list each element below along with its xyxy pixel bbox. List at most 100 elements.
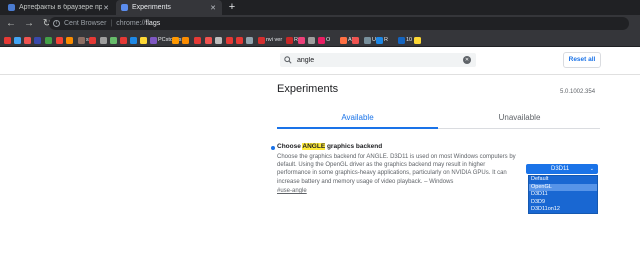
bookmark-item[interactable] — [34, 36, 42, 44]
bookmark-favicon-icon — [340, 36, 347, 44]
new-tab-icon[interactable]: + — [226, 1, 238, 13]
clear-search-icon[interactable]: ✕ — [463, 56, 471, 64]
backend-select[interactable]: D3D11 ⌄ — [526, 164, 598, 174]
option-opengl[interactable]: OpenGL — [529, 183, 597, 192]
close-tab-icon[interactable]: ✕ — [209, 4, 217, 12]
bookmark-item[interactable] — [205, 36, 213, 44]
bookmark-favicon-icon — [34, 36, 41, 44]
bookmark-item[interactable] — [414, 36, 422, 44]
bookmark-favicon-icon — [4, 36, 11, 44]
url-scheme: chrome:// — [116, 20, 146, 27]
bookmark-label: R — [384, 37, 388, 43]
forward-arrow-icon[interactable]: → — [22, 17, 36, 31]
bookmark-item[interactable] — [182, 36, 190, 44]
bookmark-item[interactable] — [45, 36, 53, 44]
bookmark-favicon-icon — [130, 36, 137, 44]
bookmark-favicon-icon — [376, 36, 383, 44]
experiment-permalink[interactable]: #use-angle — [277, 188, 307, 194]
bookmark-item[interactable] — [140, 36, 148, 44]
bookmark-item[interactable]: O — [318, 36, 330, 44]
back-arrow-icon[interactable]: ← — [4, 17, 18, 31]
bookmark-item[interactable]: nvi ver — [258, 36, 282, 44]
bookmark-item[interactable]: s — [78, 36, 89, 44]
browser-tab[interactable]: Артефакты в браузере при про ✕ — [3, 0, 115, 15]
close-tab-icon[interactable]: ✕ — [102, 4, 110, 12]
bookmark-favicon-icon — [14, 36, 21, 44]
search-header: ✕ Reset all — [0, 47, 640, 75]
bookmark-favicon-icon — [194, 36, 201, 44]
search-box[interactable]: ✕ — [280, 53, 476, 67]
bookmark-favicon-icon — [352, 36, 359, 44]
browser-tab-active[interactable]: Experiments ✕ — [116, 0, 222, 15]
select-value: D3D11 — [551, 166, 570, 172]
search-input[interactable] — [297, 56, 457, 64]
bookmark-favicon-icon — [100, 36, 107, 44]
experiment-name: Choose ANGLE graphics backend — [277, 143, 382, 150]
bookmark-item[interactable] — [172, 36, 180, 44]
page-favicon-icon — [8, 4, 15, 11]
bookmark-favicon-icon — [205, 36, 212, 44]
bookmark-item[interactable] — [66, 36, 74, 44]
chevron-down-icon: ⌄ — [589, 166, 594, 172]
bookmark-item[interactable] — [236, 36, 244, 44]
address-bar[interactable]: i Cent Browser | chrome:// flags — [49, 17, 629, 30]
flags-favicon-icon — [121, 4, 128, 11]
option-default[interactable]: Default — [529, 176, 597, 184]
reset-all-button[interactable]: Reset all — [563, 52, 601, 68]
bookmark-item[interactable] — [120, 36, 128, 44]
option-d3d11on12[interactable]: D3D11on12 — [529, 206, 597, 214]
bookmark-item[interactable] — [226, 36, 234, 44]
bookmark-item[interactable] — [246, 36, 254, 44]
bookmark-favicon-icon — [172, 36, 179, 44]
search-icon — [284, 56, 292, 64]
bookmark-item[interactable] — [4, 36, 12, 44]
bookmark-favicon-icon — [140, 36, 147, 44]
bookmark-item[interactable] — [100, 36, 108, 44]
info-icon[interactable]: i — [53, 20, 60, 27]
bookmark-item[interactable] — [298, 36, 306, 44]
bookmark-item[interactable] — [130, 36, 138, 44]
version-label: 5.0.1002.354 — [560, 89, 596, 95]
bookmark-label: 10 — [406, 37, 413, 43]
bookmark-item[interactable]: U — [364, 36, 376, 44]
bookmark-label: O — [326, 37, 331, 43]
bookmark-item[interactable]: 10 — [398, 36, 412, 44]
bookmark-item[interactable] — [14, 36, 22, 44]
bookmark-item[interactable] — [308, 36, 316, 44]
bookmark-favicon-icon — [398, 36, 405, 44]
bookmark-item[interactable] — [352, 36, 360, 44]
bookmark-favicon-icon — [286, 36, 293, 44]
option-d3d11[interactable]: D3D11 — [529, 191, 597, 199]
bookmark-favicon-icon — [66, 36, 73, 44]
bookmark-favicon-icon — [246, 36, 253, 44]
select-options-list: Default OpenGL D3D11 D3D9 D3D11on12 — [528, 175, 598, 214]
bookmark-favicon-icon — [78, 36, 85, 44]
bookmark-item[interactable]: R — [286, 36, 298, 44]
bookmark-favicon-icon — [414, 36, 421, 44]
tab-unavailable[interactable]: Unavailable — [439, 107, 600, 129]
bookmark-item[interactable] — [56, 36, 64, 44]
tab-strip: Артефакты в браузере при про ✕ Experimen… — [0, 0, 640, 15]
search-match-highlight: ANGLE — [302, 143, 326, 150]
modified-indicator-icon — [271, 146, 275, 150]
bookmark-favicon-icon — [120, 36, 127, 44]
bookmark-item[interactable]: R — [376, 36, 388, 44]
bookmark-item[interactable] — [24, 36, 32, 44]
url-path: flags — [145, 20, 161, 27]
experiment-description: Choose the graphics backend for ANGLE. D… — [277, 154, 516, 185]
bookmarks-bar: sPCstonksnvi verROAliUR10 — [0, 33, 640, 47]
bookmark-favicon-icon — [150, 36, 157, 44]
bookmark-favicon-icon — [45, 36, 52, 44]
bookmark-item[interactable] — [194, 36, 202, 44]
option-d3d9[interactable]: D3D9 — [529, 199, 597, 207]
experiment-name-prefix: Choose — [277, 143, 303, 150]
bookmark-favicon-icon — [56, 36, 63, 44]
experiment-name-suffix: graphics backend — [325, 143, 383, 150]
bookmark-item[interactable] — [89, 36, 97, 44]
bookmark-item[interactable] — [110, 36, 118, 44]
bookmark-favicon-icon — [226, 36, 233, 44]
bookmark-favicon-icon — [298, 36, 305, 44]
bookmark-item[interactable] — [215, 36, 223, 44]
tab-available[interactable]: Available — [277, 107, 438, 129]
bookmark-favicon-icon — [318, 36, 325, 44]
